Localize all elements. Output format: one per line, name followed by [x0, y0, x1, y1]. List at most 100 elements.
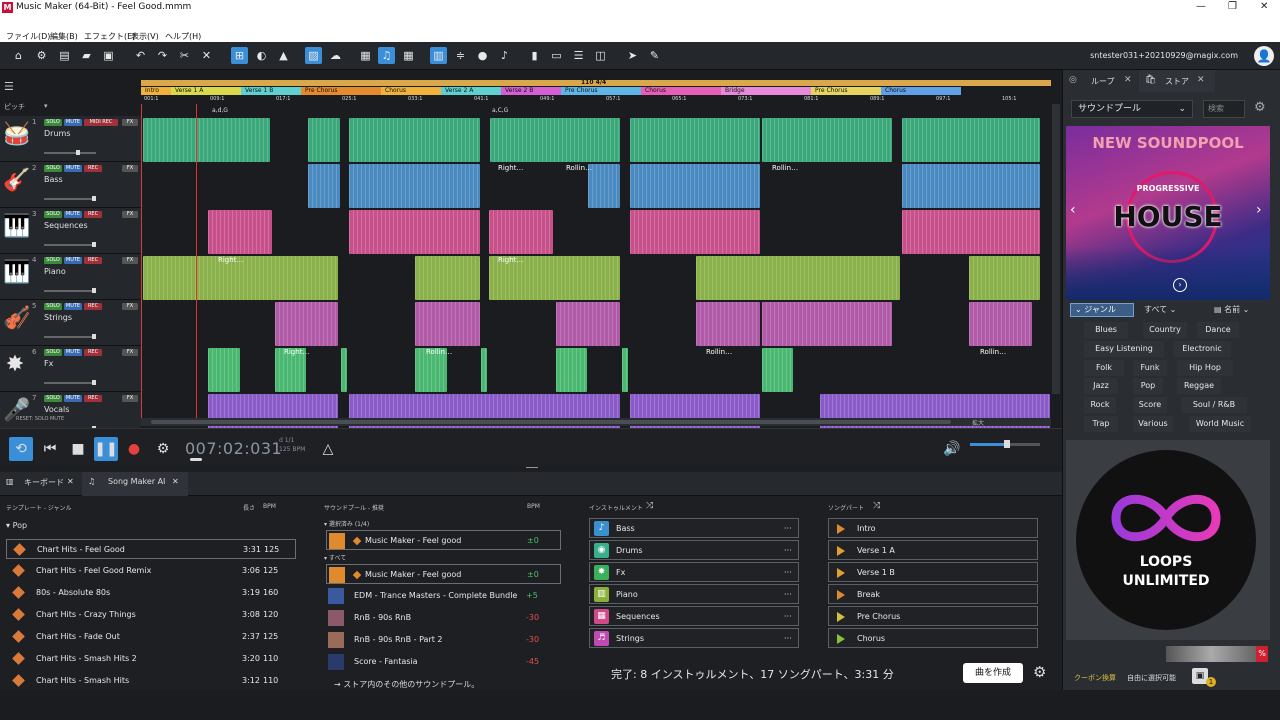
soundpool-row[interactable]: Music Maker - Feel good ±0 — [326, 564, 561, 584]
genre-button[interactable]: Pop — [1133, 378, 1163, 394]
instrument-row[interactable]: ◉ Drums ··· — [589, 540, 799, 560]
clip-2-3[interactable] — [630, 210, 760, 254]
panel-splitter[interactable] — [526, 467, 538, 468]
clip-4-4[interactable] — [762, 302, 892, 346]
tab-loops[interactable]: ループ — [1091, 76, 1115, 87]
clip-4-3[interactable] — [696, 302, 760, 346]
metronome-tool-icon[interactable]: △ — [316, 437, 340, 461]
tab-keyboard[interactable]: キーボード — [24, 477, 64, 488]
song-maker-settings-icon[interactable]: ⚙ — [1033, 663, 1046, 681]
songpart-row[interactable]: Verse 1 B — [828, 562, 1038, 582]
zoom-label[interactable]: 拡大 — [972, 418, 984, 427]
clip-3-4[interactable] — [969, 256, 1040, 300]
close-loops-tab-icon[interactable]: ✕ — [1124, 75, 1132, 85]
instrument-more-icon[interactable]: ··· — [784, 541, 792, 561]
genre-button[interactable]: Rock — [1084, 397, 1116, 413]
instrument-row[interactable]: ♪ Bass ··· — [589, 518, 799, 538]
clip-5-7[interactable] — [762, 348, 793, 392]
close-store-tab-icon[interactable]: ✕ — [1197, 75, 1205, 85]
clip-4-1[interactable] — [415, 302, 480, 346]
skip-back-icon[interactable]: ⏮ — [38, 437, 62, 461]
banner-next-icon[interactable]: › — [1256, 202, 1262, 218]
clip-0-6[interactable] — [902, 118, 1040, 162]
minimize-button[interactable]: — — [1196, 1, 1206, 12]
soundpool-row[interactable]: RnB - 90s RnB - Part 2 -30 — [326, 630, 561, 650]
create-song-button[interactable]: 曲を作成 — [963, 663, 1023, 683]
clip-5-0[interactable] — [208, 348, 240, 392]
position-slider[interactable] — [190, 458, 202, 461]
clip-5-4[interactable] — [481, 348, 487, 392]
store-search-input[interactable]: 検索 — [1203, 100, 1245, 118]
genre-button[interactable]: Reggae — [1177, 378, 1221, 394]
clip-2-4[interactable] — [902, 210, 1040, 254]
stop-icon[interactable]: ■ — [66, 437, 90, 461]
songpart-row[interactable]: Chorus — [828, 628, 1038, 648]
shuffle-songparts-icon[interactable]: ⤨ — [873, 501, 880, 511]
instrument-more-icon[interactable]: ··· — [784, 629, 792, 649]
close-window-button[interactable]: ✕ — [1260, 1, 1268, 12]
template-row[interactable]: Chart Hits - Feel Good Remix 3:06 125 — [6, 561, 296, 581]
user-avatar-icon[interactable]: 👤 — [1254, 46, 1274, 66]
close-keyboard-tab-icon[interactable]: ✕ — [67, 477, 74, 486]
clip-1-4[interactable] — [902, 164, 1040, 208]
template-row[interactable]: Chart Hits - Smash Hits 2 3:20 110 — [6, 649, 296, 669]
coupon-label[interactable]: クーポン換算 — [1074, 673, 1116, 683]
clip-0-1[interactable] — [308, 118, 340, 162]
genre-button[interactable]: Various — [1133, 416, 1173, 432]
genre-button[interactable]: Blues — [1084, 322, 1128, 338]
banner-prev-icon[interactable]: ‹ — [1070, 202, 1076, 218]
close-song-maker-tab-icon[interactable]: ✕ — [172, 477, 179, 486]
clip-1-0[interactable] — [308, 164, 340, 208]
genre-button[interactable]: Jazz — [1084, 378, 1118, 394]
genre-button[interactable]: Soul / R&B — [1181, 397, 1247, 413]
horizontal-scroll-thumb[interactable] — [151, 420, 951, 424]
instrument-row[interactable]: ▥ Piano ··· — [589, 584, 799, 604]
clip-1-1[interactable] — [349, 164, 480, 208]
genre-button[interactable]: Country — [1143, 322, 1187, 338]
clip-1-3[interactable] — [630, 164, 760, 208]
shuffle-instruments-icon[interactable]: ⤨ — [646, 501, 653, 511]
clip-0-3[interactable] — [490, 118, 620, 162]
clip-0-0[interactable] — [143, 118, 270, 162]
soundpool-banner[interactable]: NEW SOUNDPOOL PROGRESSIVE HOUSE ‹ › › — [1066, 126, 1270, 300]
soundpools-all-group[interactable]: ▾ すべて — [324, 553, 346, 562]
instrument-more-icon[interactable]: ··· — [784, 607, 792, 627]
genre-button[interactable]: Hip Hop — [1177, 360, 1233, 376]
tempo-display[interactable]: d 1/1 125 BPM — [279, 436, 305, 454]
template-row[interactable]: Chart Hits - Crazy Things 3:08 120 — [6, 605, 296, 625]
genre-button[interactable]: Score — [1133, 397, 1167, 413]
record-icon[interactable]: ● — [122, 437, 146, 461]
soundpools-selected-group[interactable]: ▾ 選択済み (1/4) — [324, 519, 369, 528]
genre-button[interactable]: Electronic — [1173, 341, 1231, 357]
clip-2-1[interactable] — [349, 210, 480, 254]
loop-icon[interactable]: ⟲ — [9, 437, 33, 461]
soundpool-row[interactable]: RnB - 90s RnB -30 — [326, 608, 561, 628]
template-group-pop[interactable]: ▾ Pop — [6, 521, 27, 530]
instrument-more-icon[interactable]: ··· — [784, 519, 792, 539]
songpart-row[interactable]: Intro — [828, 518, 1038, 538]
pause-icon[interactable]: ❚❚ — [94, 437, 118, 461]
time-display[interactable]: 007:02:031 — [185, 439, 282, 458]
tab-store[interactable]: ストア — [1165, 76, 1189, 87]
songpart-row[interactable]: Verse 1 A — [828, 540, 1038, 560]
instrument-more-icon[interactable]: ··· — [784, 585, 792, 605]
clip-3-3[interactable] — [696, 256, 900, 300]
template-row[interactable]: 80s - Absolute 80s 3:19 160 — [6, 583, 296, 603]
master-volume-slider[interactable] — [970, 440, 1040, 448]
account-email[interactable]: sntester031+20210929@magix.com — [1090, 51, 1238, 60]
instrument-row[interactable]: ♬ Strings ··· — [589, 628, 799, 648]
soundpool-row[interactable]: Score - Fantasia -45 — [326, 652, 561, 672]
clip-0-4[interactable] — [630, 118, 760, 162]
clip-4-2[interactable] — [556, 302, 620, 346]
playhead[interactable] — [196, 104, 197, 422]
sort-dropdown[interactable]: ▤ 名前 ⌄ — [1214, 303, 1264, 317]
template-row[interactable]: Chart Hits - Smash Hits 3:12 110 — [6, 671, 296, 691]
horizontal-scrollbar[interactable] — [141, 418, 1051, 426]
clip-5-5[interactable] — [556, 348, 587, 392]
clip-4-5[interactable] — [969, 302, 1032, 346]
vertical-scrollbar[interactable] — [1052, 104, 1060, 394]
clip-0-5[interactable] — [762, 118, 892, 162]
songpart-row[interactable]: Pre Chorus — [828, 606, 1038, 626]
speaker-icon[interactable]: 🔊 — [940, 437, 964, 461]
clip-3-1[interactable] — [415, 256, 480, 300]
